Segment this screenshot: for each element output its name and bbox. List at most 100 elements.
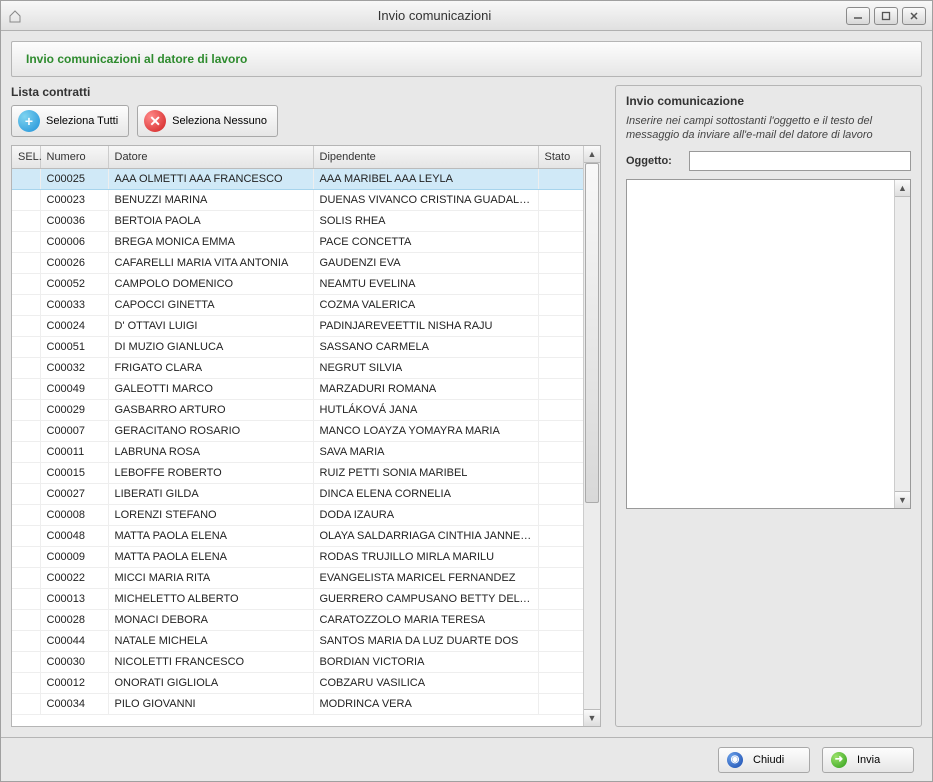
close-dialog-button[interactable]: ◉ Chiudi bbox=[718, 747, 810, 773]
table-cell: D' OTTAVI LUIGI bbox=[108, 315, 313, 336]
msg-scroll-up-icon[interactable]: ▲ bbox=[895, 180, 910, 197]
select-none-label: Seleziona Nessuno bbox=[172, 115, 267, 127]
table-row[interactable]: C00052CAMPOLO DOMENICONEAMTU EVELINA bbox=[12, 273, 583, 294]
table-cell: MICCI MARIA RITA bbox=[108, 567, 313, 588]
table-cell bbox=[538, 651, 583, 672]
table-row[interactable]: C00051DI MUZIO GIANLUCASASSANO CARMELA bbox=[12, 336, 583, 357]
table-cell: BENUZZI MARINA bbox=[108, 189, 313, 210]
maximize-button[interactable] bbox=[874, 7, 898, 25]
left-panel: Lista contratti + Seleziona Tutti ✕ Sele… bbox=[11, 85, 601, 727]
table-cell: PACE CONCETTA bbox=[313, 231, 538, 252]
table-cell: C00051 bbox=[40, 336, 108, 357]
content-area: Invio comunicazioni al datore di lavoro … bbox=[1, 31, 932, 737]
scroll-down-icon[interactable]: ▼ bbox=[584, 709, 600, 726]
col-header-dipendente[interactable]: Dipendente bbox=[313, 146, 538, 168]
table-cell bbox=[538, 483, 583, 504]
table-row[interactable]: C00013MICHELETTO ALBERTOGUERRERO CAMPUSA… bbox=[12, 588, 583, 609]
table-cell bbox=[12, 168, 40, 189]
table-row[interactable]: C00028MONACI DEBORACARATOZZOLO MARIA TER… bbox=[12, 609, 583, 630]
table-cell: C00036 bbox=[40, 210, 108, 231]
table-cell: SOLIS RHEA bbox=[313, 210, 538, 231]
table-row[interactable]: C00044NATALE MICHELASANTOS MARIA DA LUZ … bbox=[12, 630, 583, 651]
table-cell bbox=[538, 252, 583, 273]
table-cell: HUTLÁKOVÁ JANA bbox=[313, 399, 538, 420]
minimize-button[interactable] bbox=[846, 7, 870, 25]
table-cell bbox=[12, 357, 40, 378]
send-button[interactable]: ➜ Invia bbox=[822, 747, 914, 773]
message-scrollbar[interactable]: ▲ ▼ bbox=[894, 180, 910, 508]
table-row[interactable]: C00032FRIGATO CLARANEGRUT SILVIA bbox=[12, 357, 583, 378]
table-row[interactable]: C00025AAA OLMETTI AAA FRANCESCOAAA MARIB… bbox=[12, 168, 583, 189]
table-cell bbox=[12, 378, 40, 399]
table-row[interactable]: C00022MICCI MARIA RITAEVANGELISTA MARICE… bbox=[12, 567, 583, 588]
table-cell bbox=[538, 231, 583, 252]
table-cell: C00048 bbox=[40, 525, 108, 546]
close-button[interactable] bbox=[902, 7, 926, 25]
table-cell bbox=[538, 357, 583, 378]
msg-scrollbar-track[interactable] bbox=[895, 197, 910, 491]
table-cell bbox=[12, 609, 40, 630]
table-cell bbox=[538, 504, 583, 525]
col-header-datore[interactable]: Datore bbox=[108, 146, 313, 168]
table-row[interactable]: C00034PILO GIOVANNIMODRINCA VERA bbox=[12, 693, 583, 714]
table-row[interactable]: C00049GALEOTTI MARCOMARZADURI ROMANA bbox=[12, 378, 583, 399]
table-cell bbox=[538, 588, 583, 609]
table-cell: DODA IZAURA bbox=[313, 504, 538, 525]
table-row[interactable]: C00012ONORATI GIGLIOLACOBZARU VASILICA bbox=[12, 672, 583, 693]
table-row[interactable]: C00029GASBARRO ARTUROHUTLÁKOVÁ JANA bbox=[12, 399, 583, 420]
table-row[interactable]: C00030NICOLETTI FRANCESCOBORDIAN VICTORI… bbox=[12, 651, 583, 672]
subject-label: Oggetto: bbox=[626, 155, 681, 167]
table-row[interactable]: C00024D' OTTAVI LUIGIPADINJAREVEETTIL NI… bbox=[12, 315, 583, 336]
home-icon bbox=[7, 8, 23, 24]
scroll-up-icon[interactable]: ▲ bbox=[584, 146, 600, 163]
table-row[interactable]: C00009MATTA PAOLA ELENARODAS TRUJILLO MI… bbox=[12, 546, 583, 567]
table-scroll: SEL. Numero Datore Dipendente Stato C000… bbox=[12, 146, 583, 726]
close-label: Chiudi bbox=[753, 754, 784, 766]
table-cell: C00013 bbox=[40, 588, 108, 609]
table-row[interactable]: C00007GERACITANO ROSARIOMANCO LOAYZA YOM… bbox=[12, 420, 583, 441]
table-row[interactable]: C00036BERTOIA PAOLASOLIS RHEA bbox=[12, 210, 583, 231]
table-cell: MICHELETTO ALBERTO bbox=[108, 588, 313, 609]
select-all-label: Seleziona Tutti bbox=[46, 115, 118, 127]
plus-icon: + bbox=[18, 110, 40, 132]
table-cell bbox=[12, 294, 40, 315]
select-all-button[interactable]: + Seleziona Tutti bbox=[11, 105, 129, 137]
scrollbar-track[interactable] bbox=[584, 163, 600, 709]
table-row[interactable]: C00023BENUZZI MARINADUENAS VIVANCO CRIST… bbox=[12, 189, 583, 210]
contracts-table-container: SEL. Numero Datore Dipendente Stato C000… bbox=[11, 145, 601, 727]
subject-input[interactable] bbox=[689, 151, 911, 171]
col-header-numero[interactable]: Numero bbox=[40, 146, 108, 168]
table-row[interactable]: C00008LORENZI STEFANODODA IZAURA bbox=[12, 504, 583, 525]
table-row[interactable]: C00026CAFARELLI MARIA VITA ANTONIAGAUDEN… bbox=[12, 252, 583, 273]
table-cell: LABRUNA ROSA bbox=[108, 441, 313, 462]
table-cell: MATTA PAOLA ELENA bbox=[108, 546, 313, 567]
table-row[interactable]: C00011LABRUNA ROSASAVA MARIA bbox=[12, 441, 583, 462]
table-cell bbox=[12, 567, 40, 588]
table-cell bbox=[12, 315, 40, 336]
table-cell bbox=[12, 630, 40, 651]
table-cell bbox=[538, 672, 583, 693]
table-cell bbox=[12, 672, 40, 693]
table-row[interactable]: C00027LIBERATI GILDADINCA ELENA CORNELIA bbox=[12, 483, 583, 504]
table-scrollbar[interactable]: ▲ ▼ bbox=[583, 146, 600, 726]
table-cell: DUENAS VIVANCO CRISTINA GUADALUPE bbox=[313, 189, 538, 210]
table-cell: C00027 bbox=[40, 483, 108, 504]
col-header-stato[interactable]: Stato bbox=[538, 146, 583, 168]
table-cell: CAMPOLO DOMENICO bbox=[108, 273, 313, 294]
msg-scroll-down-icon[interactable]: ▼ bbox=[895, 491, 910, 508]
table-cell: DINCA ELENA CORNELIA bbox=[313, 483, 538, 504]
table-row[interactable]: C00033CAPOCCI GINETTACOZMA VALERICA bbox=[12, 294, 583, 315]
table-row[interactable]: C00015LEBOFFE ROBERTORUIZ PETTI SONIA MA… bbox=[12, 462, 583, 483]
table-cell bbox=[538, 210, 583, 231]
table-row[interactable]: C00048MATTA PAOLA ELENAOLAYA SALDARRIAGA… bbox=[12, 525, 583, 546]
col-header-sel[interactable]: SEL. bbox=[12, 146, 40, 168]
instructions-text: Inserire nei campi sottostanti l'oggetto… bbox=[626, 114, 911, 143]
scrollbar-thumb[interactable] bbox=[585, 163, 599, 503]
table-cell bbox=[538, 525, 583, 546]
right-panel: Invio comunicazione Inserire nei campi s… bbox=[615, 85, 922, 727]
select-none-button[interactable]: ✕ Seleziona Nessuno bbox=[137, 105, 278, 137]
table-cell: DI MUZIO GIANLUCA bbox=[108, 336, 313, 357]
message-textarea[interactable]: ▲ ▼ bbox=[626, 179, 911, 509]
table-row[interactable]: C00006BREGA MONICA EMMAPACE CONCETTA bbox=[12, 231, 583, 252]
table-cell bbox=[538, 399, 583, 420]
